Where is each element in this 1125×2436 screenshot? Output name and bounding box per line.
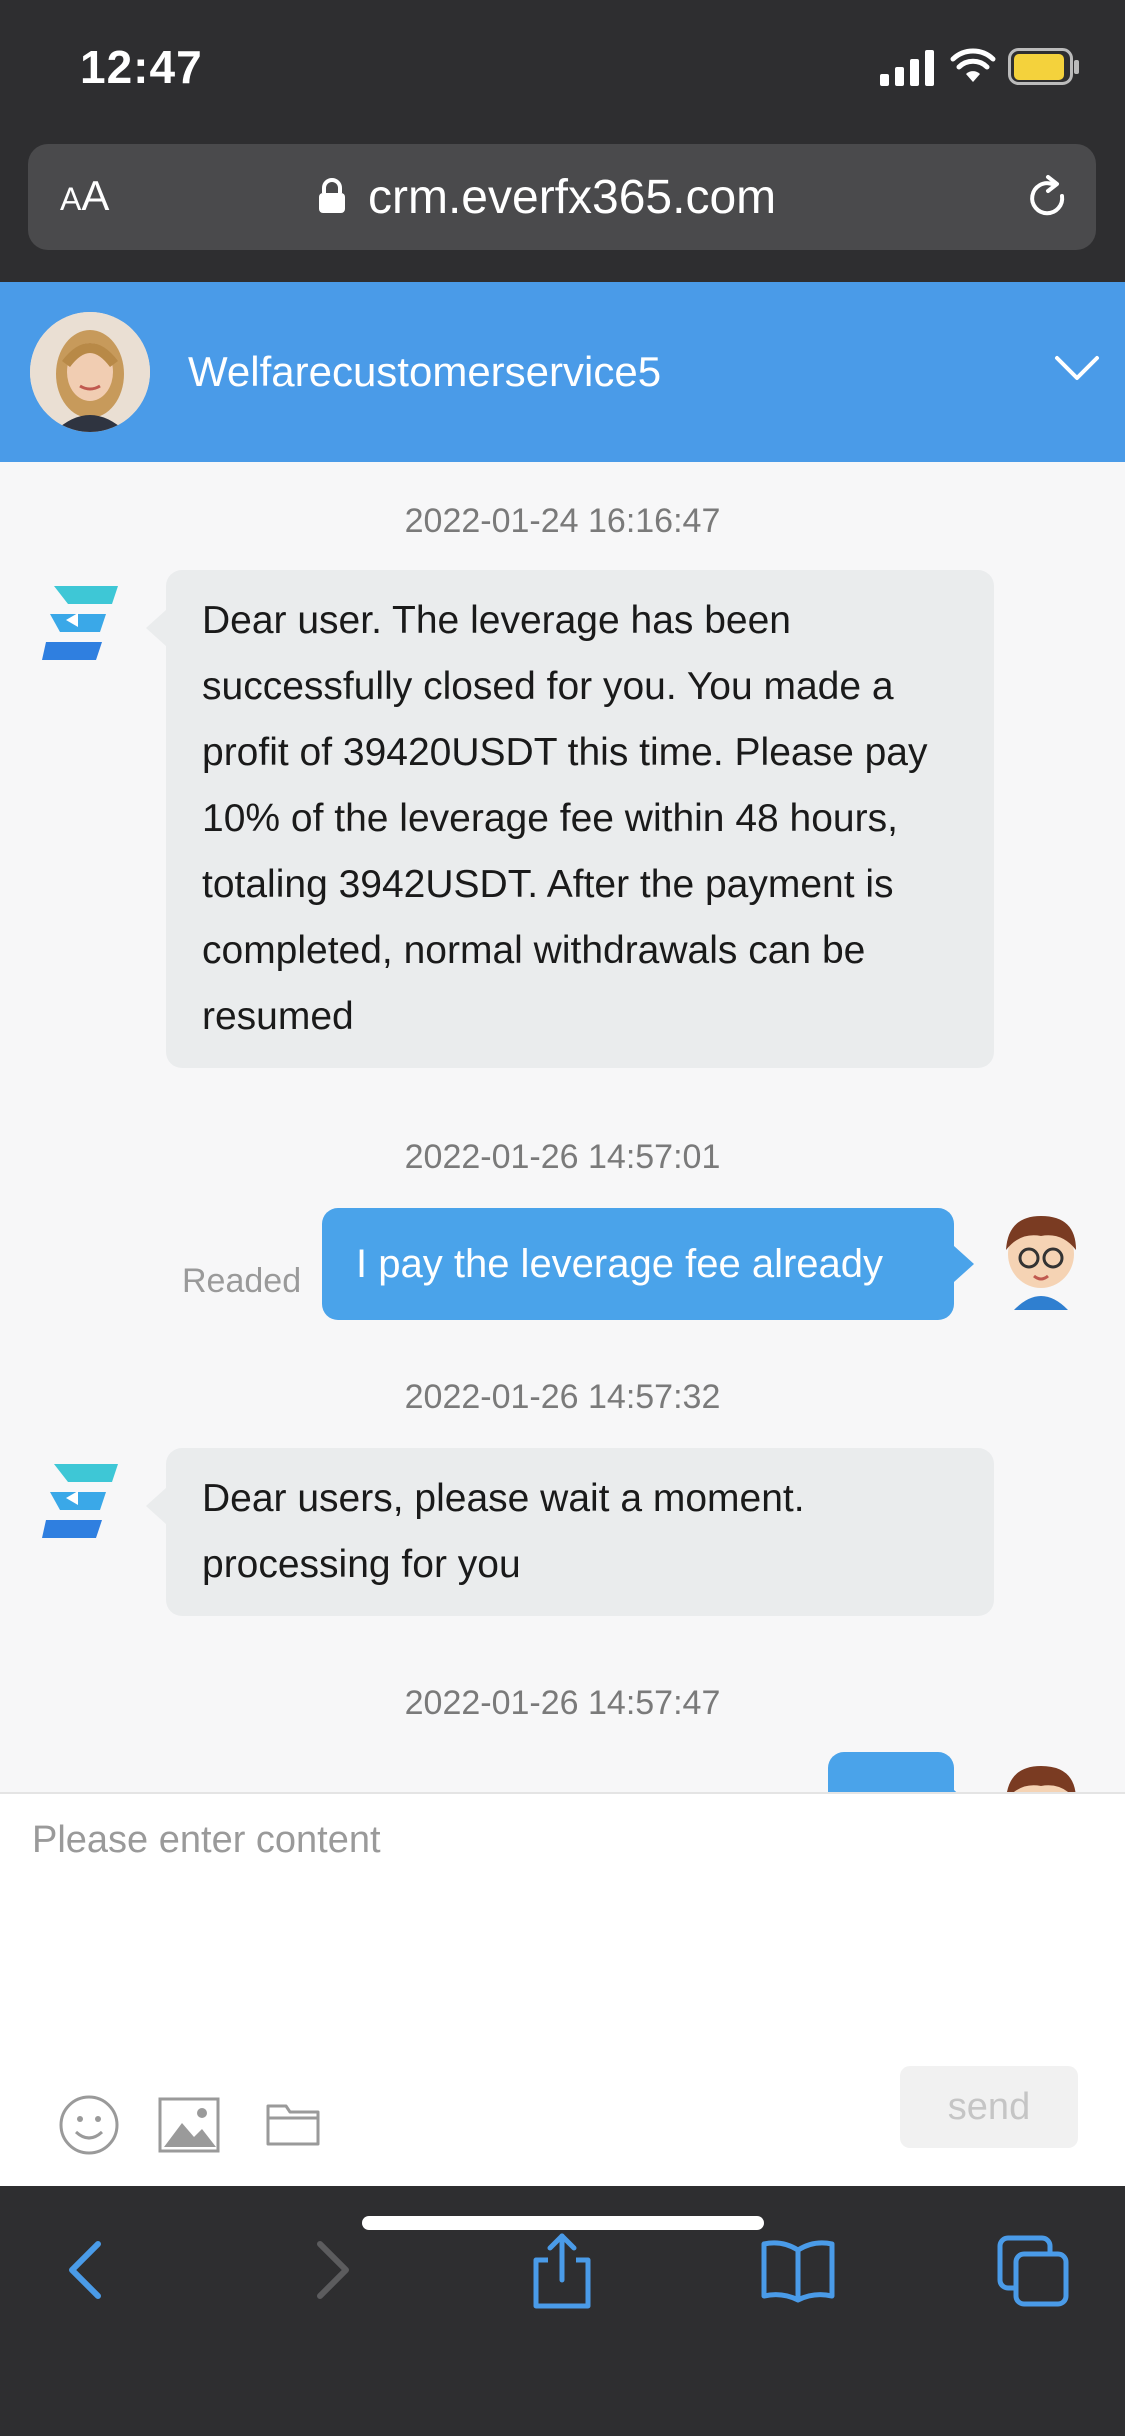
cellular-signal-icon	[880, 50, 934, 86]
lock-icon	[319, 178, 345, 213]
wifi-icon	[950, 48, 996, 82]
chevron-down-icon[interactable]	[1053, 352, 1101, 384]
image-icon[interactable]	[158, 2097, 220, 2153]
browser-address-area: AA crm.everfx365.com	[0, 140, 1125, 282]
url-text[interactable]: crm.everfx365.com	[368, 170, 776, 225]
tabs-icon[interactable]	[994, 2230, 1074, 2310]
text-size-button[interactable]: AA	[60, 172, 109, 220]
message-timestamp: 2022-01-26 14:57:47	[404, 1684, 721, 1722]
home-indicator[interactable]	[362, 2216, 764, 2230]
address-bar[interactable]: AA crm.everfx365.com	[28, 144, 1096, 250]
composer: send	[0, 1792, 1125, 2188]
message-timestamp: 2022-01-26 14:57:32	[404, 1378, 721, 1416]
reload-icon[interactable]	[1024, 174, 1072, 222]
bookmarks-icon[interactable]	[758, 2230, 838, 2310]
emoji-icon[interactable]	[58, 2094, 120, 2156]
message-list[interactable]: 2022-01-24 16:16:47 Dear user. The lever…	[0, 462, 1125, 1792]
user-avatar	[1006, 1216, 1076, 1310]
message-input[interactable]	[30, 1818, 1094, 1863]
chat-header: Welfarecustomerservice5	[0, 282, 1125, 462]
message-timestamp: 2022-01-26 14:57:01	[404, 1138, 721, 1176]
read-status: Readed	[182, 1262, 302, 1300]
incoming-message: Dear users, please wait a moment. proces…	[146, 1448, 994, 1616]
service-logo-icon	[42, 1464, 118, 1538]
agent-name: Welfarecustomerservice5	[188, 348, 662, 395]
user-avatar	[1006, 1766, 1076, 1792]
back-icon[interactable]	[48, 2230, 128, 2310]
status-bar: 12:47	[0, 0, 1125, 140]
outgoing-message: I pay the leverage fee already	[322, 1208, 974, 1320]
outgoing-message	[828, 1752, 974, 1792]
incoming-message: Dear user. The leverage has been success…	[146, 570, 994, 1068]
status-time: 12:47	[80, 41, 203, 93]
battery-icon	[1008, 48, 1079, 85]
message-timestamp: 2022-01-24 16:16:47	[404, 502, 721, 540]
forward-icon[interactable]	[290, 2230, 370, 2310]
folder-icon[interactable]	[266, 2100, 320, 2146]
share-icon[interactable]	[522, 2230, 602, 2310]
service-logo-icon	[42, 586, 118, 660]
send-button[interactable]: send	[900, 2066, 1078, 2148]
agent-avatar	[30, 312, 150, 432]
